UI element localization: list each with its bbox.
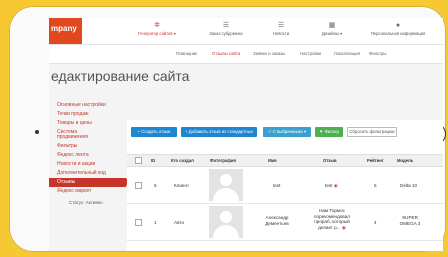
subnav-orders[interactable]: Заявки и заказы [253, 51, 285, 56]
column-header-name[interactable]: Имя [268, 158, 277, 163]
avatar-placeholder [209, 206, 243, 238]
top-navigation: mpany ✲ Генератор сайтов ▾ ☰ Заказ субдо… [49, 18, 443, 45]
select-all-checkbox[interactable] [135, 157, 142, 164]
subnav-site-reviews[interactable]: Отзывы сайта [212, 51, 240, 56]
row-name: test [273, 183, 281, 188]
filter-button[interactable]: ▼ Фильтр [315, 127, 343, 137]
sidebar-item-filters[interactable]: Фильтры [49, 142, 122, 151]
row-review: test ◉ [325, 183, 338, 189]
tablet-frame: mpany ✲ Генератор сайтов ▾ ☰ Заказ субдо… [9, 6, 446, 252]
row-model: Delta 10 [400, 183, 418, 188]
logo[interactable]: mpany [49, 18, 82, 44]
sidebar-item-reviews[interactable]: Отзывы [49, 178, 130, 187]
user-icon: ● [395, 22, 401, 29]
table-row[interactable]: 5 Клиент test test ◉ 5 Delta 10 [127, 167, 443, 204]
row-id: 1 [154, 220, 157, 225]
filter-label: Фильтр [324, 129, 339, 134]
row-review: Нам Тормос порекомендовал прораб, которы… [307, 208, 357, 230]
reviews-panel: + Создать отзыв + Добавить отзыв из стан… [127, 120, 443, 251]
sidebar-item-main-settings[interactable]: Основные настройки [49, 101, 122, 110]
table-header: ID Кто создал Фотография Имя Отзыв Рейти… [127, 154, 443, 167]
row-rating: 5 [374, 183, 377, 188]
sidebar-item-products[interactable]: Товары и цены [49, 119, 122, 128]
grid-icon: ▦ [328, 22, 336, 29]
add-standard-label: Добавить отзыв из стандартных [188, 129, 253, 134]
row-model: SUPER OMEGA 3 [399, 215, 421, 226]
filter-icon: ▼ [319, 129, 324, 134]
topnav-label: Новости [272, 31, 290, 36]
row-review-text: test [325, 183, 333, 188]
subnav-filters[interactable]: Фильтры [369, 51, 387, 56]
row-creator: Клиент [174, 183, 190, 188]
site-status: Статус: Активен [69, 200, 103, 205]
sidebar-item-news[interactable]: Новости и акции [49, 160, 122, 169]
screen: mpany ✲ Генератор сайтов ▾ ☰ Заказ субдо… [49, 18, 443, 251]
gears-icon: ✲ [154, 22, 160, 29]
reset-filter-button[interactable]: Сбросить фильтрацию [347, 127, 397, 137]
check-icon: ✓ [267, 129, 272, 134]
sidebar-item-yandex-feed[interactable]: Яндекс лента [49, 151, 122, 160]
plus-icon: + [185, 129, 188, 134]
topnav-label: Персональная информация [370, 31, 426, 36]
subnav-settings[interactable]: Настройки [300, 51, 321, 56]
column-header-creator[interactable]: Кто создал [171, 158, 194, 163]
create-review-label: Создать отзыв [141, 129, 171, 134]
subnav-localization[interactable]: Локализация [334, 51, 360, 56]
chevron-down-icon: ▾ [303, 129, 307, 134]
eye-icon[interactable]: ◉ [334, 183, 338, 188]
topnav-label: Генератор сайтов [138, 31, 173, 36]
sidebar-item-promotion-line2[interactable]: продвижения [49, 135, 122, 142]
sidebar: Основные настройки Точки продаж Товары и… [49, 101, 130, 251]
topnav-label: Заказ субдомена [209, 31, 243, 36]
row-checkbox[interactable] [135, 182, 142, 189]
create-review-button[interactable]: + Создать отзыв [131, 127, 177, 137]
subnav-helper[interactable]: Помощник [176, 51, 197, 56]
camera-dot [35, 130, 39, 134]
with-selected-dropdown[interactable]: ✓ С выбранными ▾ [263, 127, 311, 137]
row-creator: Авто [174, 220, 185, 225]
row-checkbox[interactable] [135, 219, 142, 226]
sidebar-item-yandex-market[interactable]: Яндекс маркет [49, 187, 122, 196]
row-name: Александр Дементьев [265, 215, 289, 226]
column-header-photo[interactable]: Фотография [210, 158, 236, 163]
eye-icon[interactable]: ◉ [342, 225, 346, 230]
with-selected-label: С выбранными [272, 129, 303, 134]
add-standard-review-button[interactable]: + Добавить отзыв из стандартных [181, 127, 257, 137]
avatar-placeholder [209, 169, 243, 201]
row-rating: 4 [374, 220, 377, 225]
sub-navigation: Помощник Отзывы сайта Заявки и заказы На… [49, 45, 443, 64]
sidebar-item-extra-code[interactable]: Дополнительный код [49, 169, 122, 178]
row-id: 5 [154, 183, 157, 188]
list-icon: ☰ [277, 22, 285, 29]
topnav-site-generator[interactable]: ✲ Генератор сайтов ▾ [125, 22, 189, 36]
column-header-rating[interactable]: Рейтинг [367, 158, 384, 163]
plus-icon: + [137, 129, 141, 134]
topnav-personal-info[interactable]: ● Персональная информация [359, 22, 437, 36]
table-row[interactable]: 1 Авто Александр Дементьев Нам Тормос по… [127, 204, 443, 241]
list-icon: ☰ [222, 22, 230, 29]
column-header-id[interactable]: ID [151, 158, 155, 163]
column-header-review[interactable]: Отзыв [323, 158, 337, 163]
column-header-model[interactable]: Модель [397, 158, 413, 163]
page-title: едактирование сайта [51, 68, 190, 84]
topnav-label: Дизайны [321, 31, 339, 36]
topnav-designs[interactable]: ▦ Дизайны ▾ [300, 22, 364, 36]
sidebar-item-sales-points[interactable]: Точки продаж [49, 110, 122, 119]
